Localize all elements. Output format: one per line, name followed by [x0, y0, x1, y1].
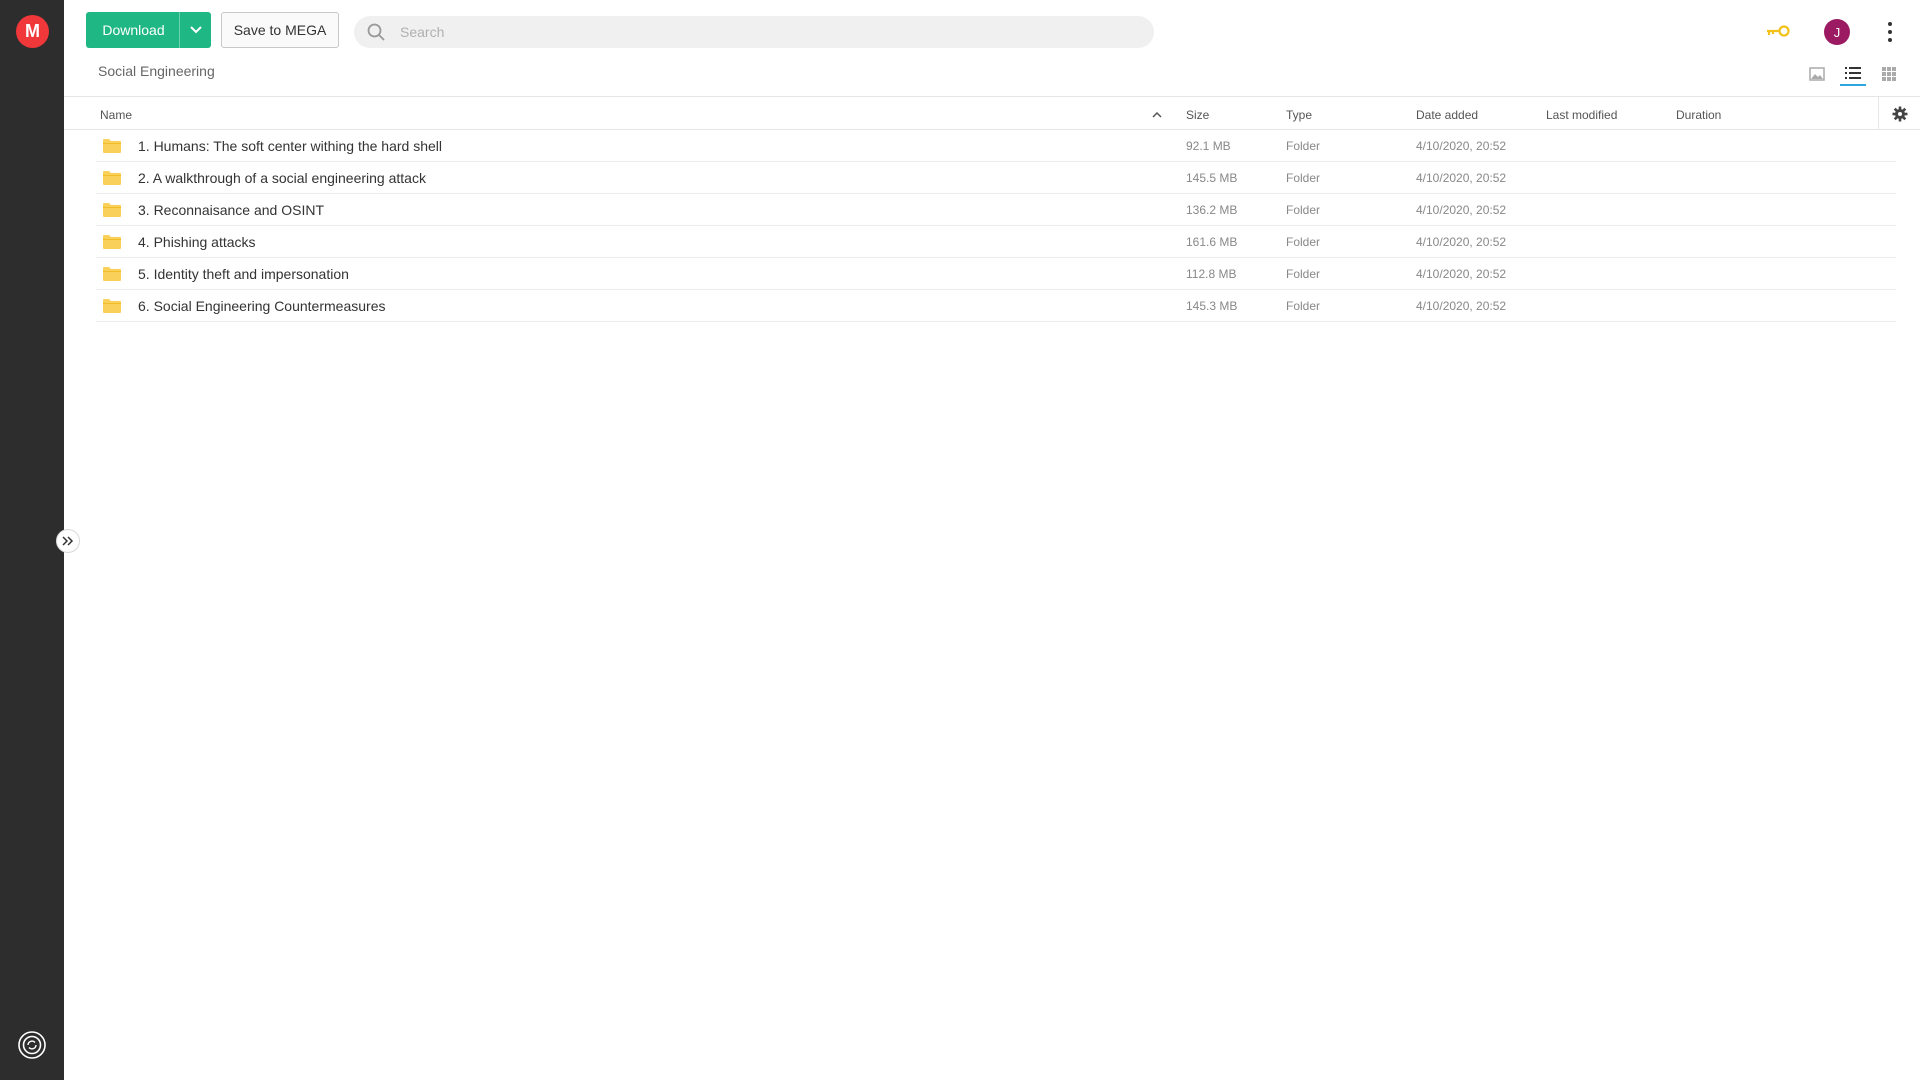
file-size: 92.1 MB — [1186, 139, 1231, 153]
logo-letter: M — [25, 21, 40, 41]
file-date-added: 4/10/2020, 20:52 — [1416, 203, 1507, 217]
file-name: 5. Identity theft and impersonation — [138, 266, 349, 282]
download-button[interactable]: Download — [86, 12, 211, 48]
expand-sidebar-icon[interactable] — [56, 529, 80, 553]
file-date-added: 4/10/2020, 20:52 — [1416, 171, 1507, 185]
file-date-added: 4/10/2020, 20:52 — [1416, 299, 1507, 313]
more-vertical-icon[interactable] — [1884, 20, 1896, 44]
save-to-mega-button[interactable]: Save to MEGA — [221, 12, 339, 48]
main-area: Download Save to MEGA J Social Engineeri… — [64, 0, 1920, 1080]
table-row[interactable]: 6. Social Engineering Countermeasures 14… — [96, 290, 1896, 322]
settings-gear-icon[interactable] — [1878, 97, 1920, 130]
file-type: Folder — [1286, 235, 1321, 249]
file-type: Folder — [1286, 171, 1321, 185]
file-name: 3. Reconnaisance and OSINT — [138, 202, 324, 218]
download-label: Download — [102, 22, 165, 38]
file-size: 161.6 MB — [1186, 235, 1238, 249]
table-row[interactable]: 2. A walkthrough of a social engineering… — [96, 162, 1896, 194]
column-last-modified[interactable]: Last modified — [1546, 108, 1617, 122]
folder-icon — [102, 266, 122, 287]
table-row[interactable]: 4. Phishing attacks 161.6 MB Folder 4/10… — [96, 226, 1896, 258]
folder-icon — [102, 234, 122, 255]
column-size[interactable]: Size — [1186, 108, 1209, 122]
file-name: 1. Humans: The soft center withing the h… — [138, 138, 443, 154]
top-toolbar: Download Save to MEGA J — [64, 0, 1920, 64]
file-type: Folder — [1286, 267, 1321, 281]
view-mode-switcher — [1804, 62, 1902, 86]
file-size: 145.5 MB — [1186, 171, 1238, 185]
avatar[interactable]: J — [1824, 19, 1850, 45]
file-type: Folder — [1286, 139, 1321, 153]
key-icon[interactable] — [1764, 19, 1792, 43]
column-type[interactable]: Type — [1286, 108, 1312, 122]
file-name: 4. Phishing attacks — [138, 234, 256, 250]
file-date-added: 4/10/2020, 20:52 — [1416, 267, 1507, 281]
file-name: 6. Social Engineering Countermeasures — [138, 298, 386, 314]
folder-icon — [102, 138, 122, 159]
file-size: 112.8 MB — [1186, 267, 1237, 281]
search-input[interactable] — [400, 24, 1140, 40]
column-date-added[interactable]: Date added — [1416, 108, 1478, 122]
mega-logo-icon[interactable]: M — [16, 15, 49, 48]
breadcrumb[interactable]: Social Engineering — [98, 63, 215, 79]
file-list: 1. Humans: The soft center withing the h… — [64, 130, 1920, 322]
chevron-down-icon[interactable] — [179, 12, 211, 48]
list-view-icon[interactable] — [1840, 62, 1866, 86]
sync-icon[interactable] — [16, 1029, 48, 1061]
thumbnail-view-icon[interactable] — [1804, 62, 1830, 86]
column-duration[interactable]: Duration — [1676, 108, 1721, 122]
sort-up-icon[interactable] — [1152, 108, 1162, 122]
table-header: Name Size Type Date added Last modified … — [64, 96, 1920, 130]
table-row[interactable]: 5. Identity theft and impersonation 112.… — [96, 258, 1896, 290]
file-name: 2. A walkthrough of a social engineering… — [138, 170, 426, 186]
file-type: Folder — [1286, 299, 1321, 313]
file-type: Folder — [1286, 203, 1321, 217]
search-icon — [354, 23, 394, 41]
file-size: 136.2 MB — [1186, 203, 1238, 217]
file-date-added: 4/10/2020, 20:52 — [1416, 235, 1507, 249]
file-table: Name Size Type Date added Last modified … — [64, 96, 1920, 322]
folder-icon — [102, 170, 122, 191]
search-bar[interactable] — [354, 16, 1154, 48]
file-date-added: 4/10/2020, 20:52 — [1416, 139, 1507, 153]
left-sidebar: M — [0, 0, 64, 1080]
table-row[interactable]: 1. Humans: The soft center withing the h… — [96, 130, 1896, 162]
folder-icon — [102, 298, 122, 319]
file-size: 145.3 MB — [1186, 299, 1238, 313]
table-row[interactable]: 3. Reconnaisance and OSINT 136.2 MB Fold… — [96, 194, 1896, 226]
folder-icon — [102, 202, 122, 223]
column-name[interactable]: Name — [100, 108, 132, 122]
grid-view-icon[interactable] — [1876, 62, 1902, 86]
